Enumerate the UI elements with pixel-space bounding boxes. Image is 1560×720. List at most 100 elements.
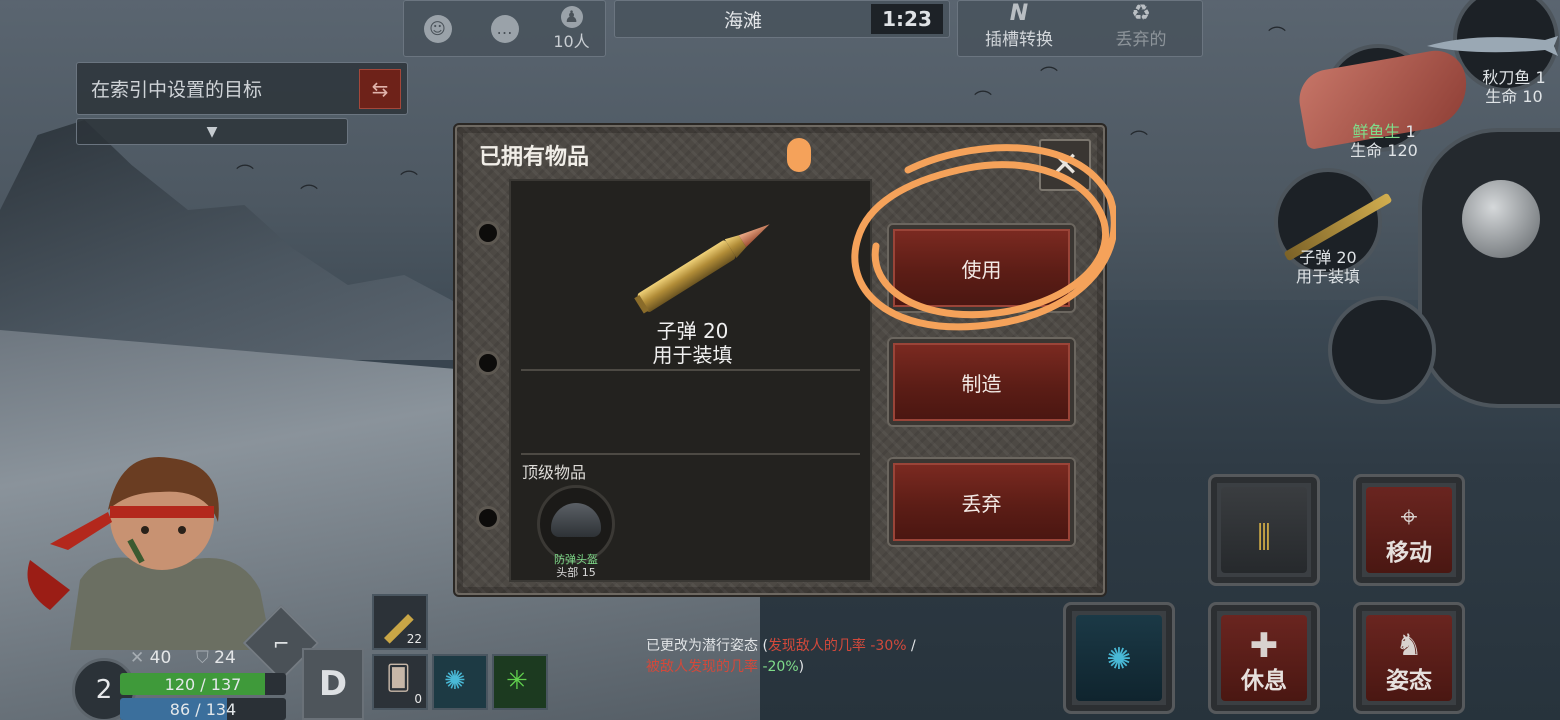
- rivet-hole: [479, 224, 497, 242]
- slot-switch-button[interactable]: N 插槽转换: [958, 1, 1080, 56]
- rivet-hole: [479, 354, 497, 372]
- stance-button[interactable]: ♞ 姿态: [1353, 602, 1465, 714]
- brain-icon: ✺: [1106, 642, 1132, 677]
- rest-button[interactable]: ✚ 休息: [1208, 602, 1320, 714]
- stealth-detect-chance: 发现敌人的几率 -30%: [767, 638, 907, 654]
- chat-icon: …: [490, 14, 519, 43]
- recycle-icon: ♻: [1131, 1, 1151, 26]
- location-bar: 海滩 1:23: [614, 0, 950, 38]
- seagull-icon: ⌒: [236, 164, 254, 185]
- seagull-icon: ⌒: [1040, 66, 1058, 87]
- brain-buff-slot[interactable]: ✺: [432, 654, 488, 710]
- target-selector[interactable]: 在索引中设置的目标 ⇆: [76, 62, 408, 115]
- wheel-knob[interactable]: [1462, 180, 1540, 258]
- quick-slot-empty[interactable]: [1328, 296, 1436, 404]
- stealth-message: 已更改为潜行姿态 (发现敌人的几率 -30% / 被敌人发现的几率 -20%): [646, 636, 916, 678]
- saury-name: 秋刀鱼: [1482, 68, 1531, 87]
- shield-icon: ⛉: [196, 648, 209, 668]
- divider: [521, 369, 860, 371]
- swap-icon: ⇆: [371, 77, 389, 101]
- stealth-text-1: 已更改为潜行姿态 (: [646, 638, 768, 654]
- craft-button[interactable]: 制造: [889, 339, 1074, 425]
- emote-button[interactable]: ☺: [416, 5, 460, 53]
- top-items-label: 顶级物品: [522, 463, 587, 482]
- cards-icon: 🂠: [386, 664, 411, 692]
- stealth-text-3: ): [798, 659, 805, 675]
- chat-button[interactable]: …: [483, 5, 527, 53]
- virus-icon: ✳: [506, 666, 528, 696]
- pistol-icon: ⌐: [272, 630, 290, 655]
- seagull-icon: ⌒: [300, 184, 318, 205]
- discard-label: 丢弃: [961, 491, 1002, 516]
- seagull-icon: ⌒: [400, 170, 418, 191]
- target-dropdown-toggle[interactable]: ▼: [76, 118, 348, 145]
- bullet-label: 子弹 20 用于装填: [1278, 248, 1378, 286]
- inventory-toolbar: N 插槽转换 ♻ 丢弃的: [957, 0, 1203, 57]
- stamina-bar: 86 / 134: [120, 698, 286, 720]
- map-pin-icon: ⌖: [1400, 500, 1418, 535]
- cards-slot[interactable]: 🂠 0: [372, 654, 428, 710]
- helmet-icon: [551, 503, 601, 537]
- craft-label: 制造: [961, 371, 1002, 396]
- attack-stat: ✕ 40: [130, 648, 171, 668]
- sashimi-label: 鲜鱼生 1 生命 120: [1334, 122, 1434, 160]
- location-name: 海滩: [723, 9, 762, 32]
- item-name: 子弹 20: [656, 319, 729, 343]
- saury-label: 秋刀鱼 1 生命 10: [1468, 68, 1560, 106]
- slot-switch-icon: N: [1009, 1, 1029, 26]
- rest-label: 休息: [1241, 668, 1287, 694]
- ammo-slot[interactable]: 22: [372, 594, 428, 650]
- rivet-hole: [479, 509, 497, 527]
- players-count: 10人: [553, 31, 590, 51]
- discarded-button[interactable]: ♻ 丢弃的: [1080, 1, 1202, 56]
- bullet-icon: [634, 224, 770, 314]
- sashimi-count: 1: [1405, 122, 1416, 141]
- ammo-box-icon: ⫼: [1257, 520, 1271, 555]
- stealth-text-2: /: [906, 638, 916, 654]
- social-bar: ☺ … ♟ 10人: [403, 0, 606, 57]
- grade-badge: D: [302, 648, 364, 720]
- stealth-detected-chance: -20%: [758, 659, 799, 675]
- ammo-slot-count: 22: [406, 632, 422, 646]
- quick-wheel: [1418, 128, 1560, 408]
- sashimi-name: 鲜鱼生: [1352, 122, 1401, 141]
- attack-value: 40: [149, 648, 172, 668]
- quick-bullet-desc: 用于装填: [1295, 267, 1360, 286]
- round-timer: 1:23: [871, 4, 943, 34]
- brain-action-button[interactable]: ✺: [1063, 602, 1175, 714]
- virus-buff-slot[interactable]: ✳: [492, 654, 548, 710]
- slot-switch-label: 插槽转换: [985, 30, 1053, 50]
- stamina-text: 86 / 134: [169, 699, 237, 719]
- dropdown-icon: ▼: [206, 123, 218, 140]
- hp-bar: 120 / 137: [120, 673, 286, 695]
- character-portrait: [27, 457, 272, 650]
- ammo-action-button[interactable]: ⫼: [1208, 474, 1320, 586]
- dialog-title: 已拥有物品: [479, 145, 590, 170]
- quick-bullet-name: 子弹 20: [1299, 248, 1357, 267]
- seagull-icon: ⌒: [1268, 26, 1286, 47]
- highlight-scribble: [851, 144, 1116, 331]
- item-description: 用于装填: [652, 343, 733, 367]
- sashimi-life: 生命 120: [1350, 141, 1418, 160]
- saury-life: 生命 10: [1485, 87, 1543, 106]
- swap-target-button[interactable]: ⇆: [359, 69, 401, 109]
- sword-icon: ✕: [130, 648, 145, 668]
- players-button[interactable]: ♟ 10人: [550, 5, 594, 53]
- seagull-icon: ⌒: [1130, 130, 1148, 151]
- stance-label: 姿态: [1386, 668, 1432, 694]
- saury-count: 1: [1535, 68, 1546, 87]
- target-label: 在索引中设置的目标: [91, 79, 263, 101]
- dialog-handle[interactable]: [787, 138, 811, 172]
- medkit-icon: ✚: [1249, 626, 1279, 666]
- brain-icon: ✺: [444, 666, 466, 696]
- discarded-label: 丢弃的: [1115, 30, 1167, 50]
- smile-icon: ☺: [423, 14, 452, 43]
- discard-button[interactable]: 丢弃: [889, 459, 1074, 545]
- divider: [521, 453, 860, 455]
- helmet-stat: 头部 15: [556, 566, 596, 579]
- rocks-background: [0, 120, 470, 360]
- cards-slot-count: 0: [414, 692, 422, 706]
- stealth-detected-label: 被敌人发现的几率: [646, 659, 758, 675]
- defense-stat: ⛉ 24: [196, 648, 236, 668]
- move-button[interactable]: ⌖ 移动: [1353, 474, 1465, 586]
